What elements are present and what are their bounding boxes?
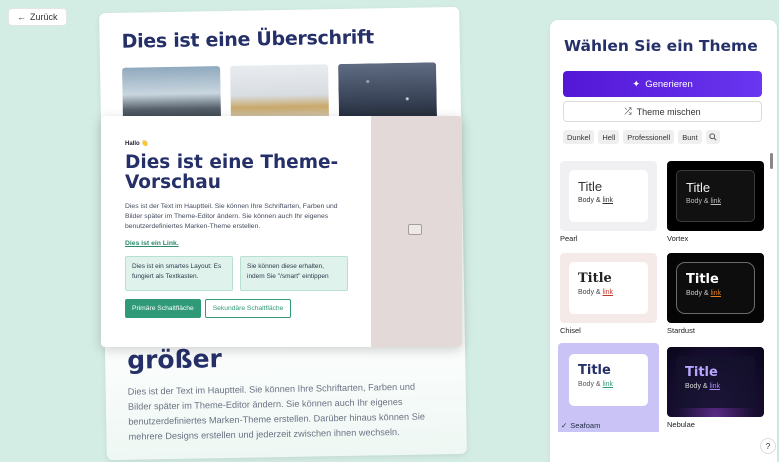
preview-body-text: Dies ist der Text im Hauptteil. Sie könn…: [125, 203, 338, 230]
theme-title: Title: [686, 272, 719, 287]
preview-link[interactable]: Dies ist ein Link.: [125, 240, 355, 247]
panel-title: Wählen Sie ein Theme: [564, 37, 758, 55]
primary-button[interactable]: Primäre Schaltfläche: [125, 299, 201, 318]
filter-light[interactable]: Hell: [598, 130, 620, 144]
theme-name-vortex: Vortex: [667, 234, 689, 243]
generate-button-label: Generieren: [645, 78, 693, 90]
preview-title: Dies ist eine Theme-Vorschau: [125, 152, 339, 193]
check-icon: ✓: [561, 421, 568, 430]
shuffle-icon: ⤮: [624, 106, 632, 116]
search-icon[interactable]: [705, 130, 720, 144]
theme-title: Title: [578, 363, 611, 378]
help-button[interactable]: ?: [760, 438, 776, 454]
theme-link: link: [602, 197, 614, 204]
filter-dark[interactable]: Dunkel: [563, 130, 595, 144]
theme-name-stardust: Stardust: [667, 326, 695, 335]
theme-picker-panel: Wählen Sie ein Theme ✦ Generieren ⤮ Them…: [550, 20, 777, 462]
theme-body: Body &: [578, 197, 601, 204]
filter-colorful[interactable]: Bunt: [678, 130, 702, 144]
theme-link: link: [602, 289, 614, 296]
theme-name-seafoam: Seafoam: [570, 421, 601, 430]
mix-theme-button[interactable]: ⤮ Theme mischen: [563, 101, 762, 122]
theme-tile-chisel[interactable]: Title Body & link: [560, 253, 657, 323]
theme-title: Title: [578, 271, 612, 286]
background-body-text: Dies ist der Text im Hauptteil. Sie könn…: [127, 381, 426, 442]
selected-theme-label: ✓ Seafoam: [558, 419, 659, 432]
theme-name-chisel: Chisel: [560, 326, 581, 335]
theme-link: link: [709, 383, 721, 390]
preview-greeting: Hallo 👋: [125, 141, 149, 147]
mix-theme-label: Theme mischen: [636, 106, 701, 117]
theme-body: Body &: [578, 289, 601, 296]
theme-link: link: [710, 290, 722, 297]
secondary-button[interactable]: Sekundäre Schaltfläche: [204, 299, 292, 318]
background-heading: Dies ist eine Überschrift: [121, 26, 374, 53]
background-big-heading: größer: [126, 344, 223, 375]
preview-image-placeholder: [371, 116, 462, 347]
theme-body: Body &: [685, 383, 708, 390]
image-icon: [408, 224, 422, 235]
back-button[interactable]: ← Zurück: [8, 8, 67, 26]
theme-name-pearl: Pearl: [560, 234, 578, 243]
theme-title: Title: [686, 180, 711, 195]
theme-title: Title: [578, 179, 603, 194]
theme-link: link: [710, 198, 722, 205]
theme-preview-card: Hallo 👋 Dies ist eine Theme-Vorschau Die…: [101, 116, 462, 347]
arrow-left-icon: ←: [17, 12, 26, 22]
theme-tile-stardust[interactable]: Title Body & link: [667, 253, 764, 323]
generate-button[interactable]: ✦ Generieren: [563, 71, 762, 97]
sparkle-icon: ✦: [632, 78, 641, 90]
smart-layout-box-1: Dies ist ein smartes Layout: Es fungiert…: [125, 256, 233, 291]
theme-name-nebulae: Nebulae: [667, 420, 695, 429]
filter-chips: Dunkel Hell Professionell Bunt: [563, 130, 720, 144]
panel-scrollbar[interactable]: [770, 153, 773, 169]
theme-link: link: [602, 381, 614, 388]
theme-tile-vortex[interactable]: Title Body & link: [667, 161, 764, 231]
back-button-label: Zurück: [30, 12, 58, 22]
smart-layout-box-2: Sie können diese erhalten, indem Sie "/s…: [240, 256, 348, 291]
theme-body: Body &: [578, 381, 601, 388]
theme-tile-nebulae[interactable]: Title Body & link: [667, 347, 764, 417]
theme-title: Title: [685, 365, 718, 380]
theme-body: Body &: [686, 290, 709, 297]
starry-sky-image: [338, 62, 438, 125]
theme-body: Body &: [686, 198, 709, 205]
theme-tile-pearl[interactable]: Title Body & link: [560, 161, 657, 231]
filter-professional[interactable]: Professionell: [623, 130, 675, 144]
theme-tile-seafoam[interactable]: Title Body & link: [558, 343, 659, 419]
